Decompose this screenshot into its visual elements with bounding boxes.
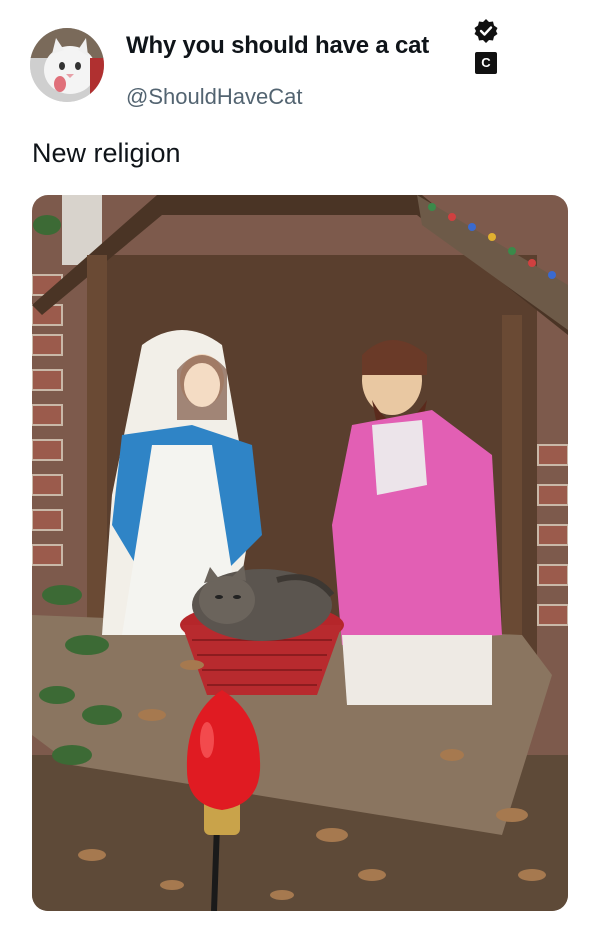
cat-avatar-image xyxy=(30,28,104,102)
basket-with-cat xyxy=(180,565,344,695)
nativity-photo xyxy=(32,195,568,911)
verified-check-icon xyxy=(474,19,498,43)
tweet-media-image[interactable] xyxy=(32,195,568,911)
tweet-text: New religion xyxy=(32,138,181,168)
display-name[interactable]: Why you should have a cat xyxy=(126,32,429,60)
user-handle[interactable]: @ShouldHaveCat xyxy=(126,84,302,110)
affiliate-badge[interactable]: C xyxy=(475,52,497,74)
profile-avatar[interactable] xyxy=(30,28,104,102)
